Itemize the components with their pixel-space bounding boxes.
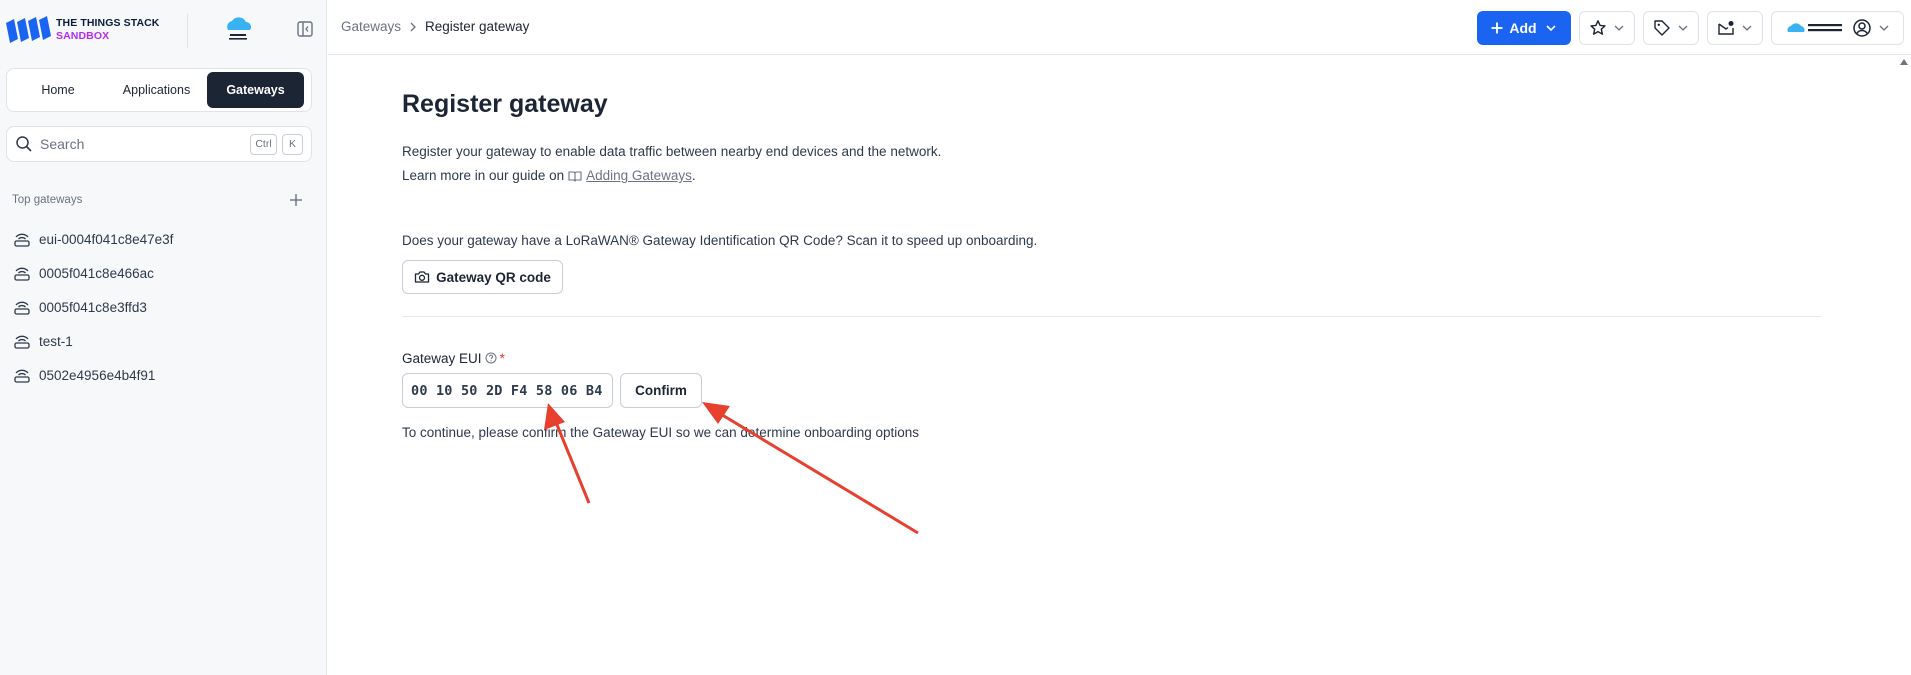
gateway-icon <box>14 301 30 315</box>
camera-icon <box>414 271 430 283</box>
brand-line2: SANDBOX <box>56 30 110 42</box>
chevron-down-icon <box>1614 25 1624 31</box>
brand-name: THE THINGS STACK SANDBOX <box>56 17 160 43</box>
account-menu-button[interactable] <box>1771 11 1904 45</box>
search-placeholder: Search <box>40 136 85 152</box>
ttn-cloud-logo-icon[interactable] <box>221 15 255 45</box>
section-divider <box>402 316 1821 317</box>
breadcrumb-gateways-link[interactable]: Gateways <box>341 19 401 34</box>
plus-icon <box>1491 22 1503 34</box>
section-title: Top gateways <box>12 194 83 206</box>
add-button-label: Add <box>1509 20 1537 36</box>
arrow-to-eui-input <box>544 403 591 504</box>
gateway-name: test-1 <box>39 333 73 349</box>
brand-divider <box>187 14 188 48</box>
confirm-button[interactable]: Confirm <box>620 373 702 408</box>
tab-applications[interactable]: Applications <box>106 72 207 108</box>
gateway-name: 0502e4956e4b4f91 <box>39 367 156 383</box>
gateway-eui-label: Gateway EUI * <box>402 350 505 366</box>
chevron-right-icon <box>410 22 416 31</box>
required-asterisk: * <box>499 350 505 366</box>
breadcrumb: Gateways Register gateway <box>341 19 529 34</box>
guide-prefix: Learn more in our guide on <box>402 168 565 183</box>
brand-line1: THE THINGS STACK <box>56 17 160 29</box>
page-title: Register gateway <box>402 90 608 118</box>
scrollbar-up-arrow-icon[interactable] <box>1900 58 1908 66</box>
guide-line: Learn more in our guide on Adding Gatewa… <box>402 168 696 183</box>
notification-icon <box>1718 21 1734 35</box>
add-gateway-plus-icon[interactable] <box>288 192 304 208</box>
gateway-icon <box>14 335 30 349</box>
tab-home[interactable]: Home <box>10 72 106 108</box>
top-header: Gateways Register gateway Add <box>328 0 1911 55</box>
tag-icon <box>1654 20 1670 36</box>
shortcut-ctrl-key: Ctrl <box>250 133 277 155</box>
main-nav-tabs: Home Applications Gateways <box>6 68 312 112</box>
things-stack-logo-icon <box>6 16 51 43</box>
tags-button[interactable] <box>1643 11 1699 45</box>
adding-gateways-link[interactable]: Adding Gateways <box>586 168 692 183</box>
gateway-name: 0005f041c8e466ac <box>39 265 154 281</box>
gateway-name: eui-0004f041c8e47e3f <box>39 231 174 247</box>
brand[interactable]: THE THINGS STACK SANDBOX <box>4 13 160 47</box>
search-icon <box>16 136 32 152</box>
sidebar: THE THINGS STACK SANDBOX Home Applicatio… <box>0 0 327 675</box>
tab-gateways[interactable]: Gateways <box>207 72 304 108</box>
top-gateways-list: eui-0004f041c8e47e3f 0005f041c8e466ac 00… <box>12 222 312 392</box>
gateway-list-item[interactable]: eui-0004f041c8e47e3f <box>12 222 312 256</box>
notifications-button[interactable] <box>1707 11 1763 45</box>
top-gateways-header: Top gateways <box>12 192 304 208</box>
qr-question: Does your gateway have a LoRaWAN® Gatewa… <box>402 233 1038 248</box>
qr-button-label: Gateway QR code <box>436 269 551 285</box>
guide-suffix: . <box>691 168 696 183</box>
ttn-cloud-logo-icon <box>1786 23 1842 32</box>
breadcrumb-current: Register gateway <box>425 19 530 34</box>
gateway-icon <box>14 369 30 383</box>
add-button[interactable]: Add <box>1477 11 1571 45</box>
star-icon <box>1590 20 1606 35</box>
gateway-icon <box>14 233 30 247</box>
chevron-down-icon <box>1879 25 1888 31</box>
gateway-list-item[interactable]: 0005f041c8e3ffd3 <box>12 290 312 324</box>
gateway-eui-input[interactable]: 00 10 50 2D F4 58 06 B4 <box>402 373 613 408</box>
user-icon <box>1852 19 1871 37</box>
gateway-list-item[interactable]: test-1 <box>12 324 312 358</box>
collapse-sidebar-icon[interactable] <box>296 20 314 38</box>
page-description: Register your gateway to enable data tra… <box>402 144 942 159</box>
gateway-icon <box>14 267 30 281</box>
gateway-list-item[interactable]: 0502e4956e4b4f91 <box>12 358 312 392</box>
confirm-hint: To continue, please confirm the Gateway … <box>402 425 920 440</box>
search-box[interactable]: Search Ctrl K <box>6 126 312 162</box>
arrow-to-confirm-button <box>702 402 919 535</box>
shortcut-k-key: K <box>282 133 303 155</box>
chevron-down-icon <box>1678 25 1688 31</box>
gateway-list-item[interactable]: 0005f041c8e466ac <box>12 256 312 290</box>
bookmarks-button[interactable] <box>1579 11 1635 45</box>
eui-label-text: Gateway EUI <box>402 350 482 366</box>
gateway-qr-code-button[interactable]: Gateway QR code <box>402 260 563 294</box>
help-circle-icon[interactable] <box>485 352 497 364</box>
chevron-down-icon <box>1546 25 1556 32</box>
gateway-name: 0005f041c8e3ffd3 <box>39 299 147 315</box>
book-icon <box>568 170 582 182</box>
chevron-down-icon <box>1742 25 1752 31</box>
